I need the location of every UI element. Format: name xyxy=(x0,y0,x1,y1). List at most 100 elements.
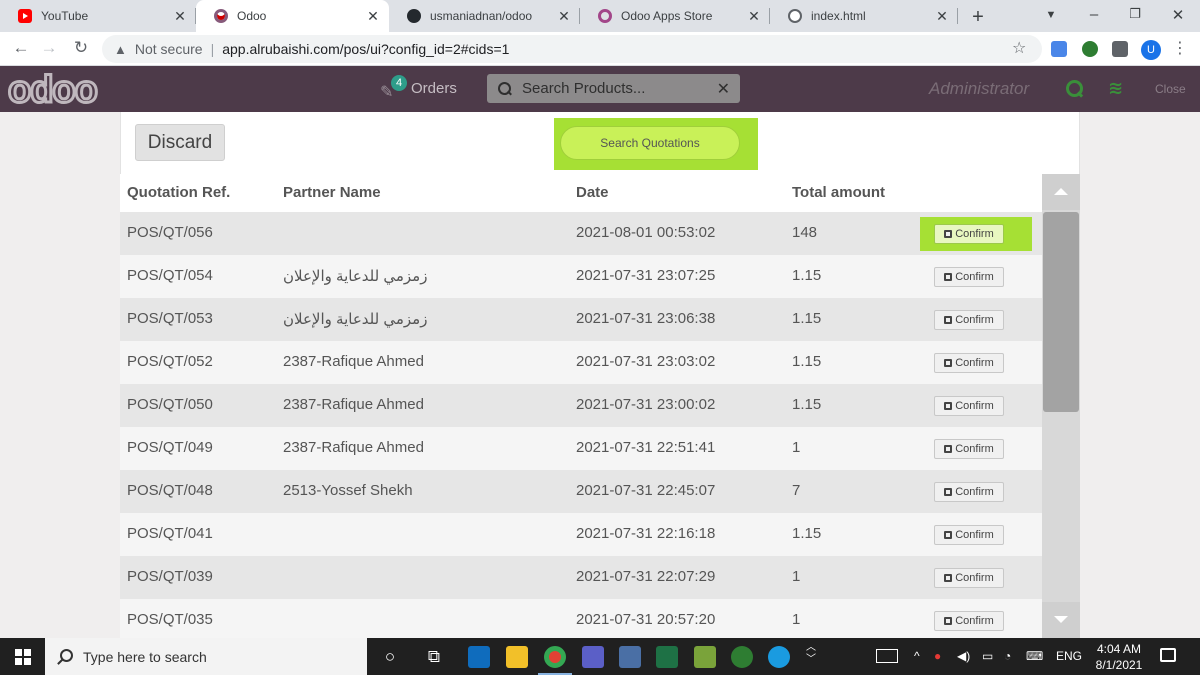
orders-button[interactable]: Orders xyxy=(411,80,457,97)
excel-icon[interactable] xyxy=(656,646,678,668)
system-clock[interactable]: 4:04 AM 8/1/2021 xyxy=(1090,641,1148,673)
task-view-icon[interactable]: ⧉ xyxy=(423,646,445,668)
taskbar-scroll-icon[interactable]: ︿ ﹀ xyxy=(806,642,816,666)
cortana-icon[interactable]: ○ xyxy=(379,646,401,668)
search-icon[interactable] xyxy=(1066,80,1084,98)
back-icon[interactable]: ← xyxy=(10,38,32,58)
search-quotations-button[interactable]: Search Quotations xyxy=(560,126,740,160)
table-row[interactable]: POS/QT/049 2387-Rafique Ahmed 2021-07-31… xyxy=(120,427,1042,470)
total-amount: 1.15 xyxy=(792,525,822,542)
outlook-icon[interactable] xyxy=(468,646,490,668)
confirm-label: Confirm xyxy=(955,357,994,369)
profile-avatar[interactable]: U xyxy=(1141,40,1161,60)
odoo-icon xyxy=(214,9,228,23)
language-indicator[interactable]: ENG xyxy=(1056,649,1082,663)
show-hidden-icons[interactable]: ^ xyxy=(914,649,920,663)
close-tab-icon[interactable]: ✕ xyxy=(934,8,950,24)
tab-odoo[interactable]: Odoo ✕ xyxy=(196,0,389,32)
total-amount: 7 xyxy=(792,482,801,499)
confirm-button[interactable]: Confirm xyxy=(934,224,1004,244)
battery-icon[interactable]: ▭ xyxy=(982,649,993,663)
confirm-button[interactable]: Confirm xyxy=(934,525,1004,545)
reload-icon[interactable]: ↻ xyxy=(70,38,92,58)
tab-index-html[interactable]: index.html ✕ xyxy=(770,0,958,32)
forward-icon[interactable]: → xyxy=(38,38,60,58)
globe-app-icon[interactable] xyxy=(731,646,753,668)
tab-search-icon[interactable]: ▼ xyxy=(1041,9,1061,21)
confirm-button[interactable]: Confirm xyxy=(934,310,1004,330)
search-quotations-highlight: Search Quotations xyxy=(554,118,758,170)
confirm-button[interactable]: Confirm xyxy=(934,439,1004,459)
cashier-name[interactable]: Administrator xyxy=(929,79,1029,99)
divider: | xyxy=(210,41,215,57)
notification-center-icon[interactable] xyxy=(1160,648,1176,662)
confirm-button[interactable]: Confirm xyxy=(934,611,1004,631)
notepad-app-icon[interactable] xyxy=(694,646,716,668)
extensions-puzzle-icon[interactable] xyxy=(1112,41,1128,57)
table-row[interactable]: POS/QT/035 2021-07-31 20:57:20 1 Confirm xyxy=(120,599,1042,638)
confirm-button[interactable]: Confirm xyxy=(934,396,1004,416)
quotation-date: 2021-07-31 23:07:25 xyxy=(576,267,716,284)
restore-icon[interactable]: ❐ xyxy=(1125,6,1145,22)
confirm-button[interactable]: Confirm xyxy=(934,353,1004,373)
new-tab-icon[interactable]: + xyxy=(968,6,988,29)
scroll-thumb[interactable] xyxy=(1043,212,1079,412)
globe-icon xyxy=(788,9,802,23)
globe-extension-icon[interactable] xyxy=(1082,41,1098,57)
bookmark-star-icon[interactable]: ☆ xyxy=(1012,38,1026,58)
news-widget-icon[interactable] xyxy=(876,649,898,663)
close-tab-icon[interactable]: ✕ xyxy=(556,8,572,24)
close-tab-icon[interactable]: ✕ xyxy=(365,8,381,24)
discard-button[interactable]: Discard xyxy=(135,124,225,161)
confirm-label: Confirm xyxy=(955,314,994,326)
quotation-date: 2021-07-31 23:06:38 xyxy=(576,310,716,327)
keyboard-icon[interactable]: ⌨ xyxy=(1026,649,1043,663)
total-amount: 148 xyxy=(792,224,818,241)
teams-icon[interactable] xyxy=(582,646,604,668)
wifi-tray-icon[interactable]: ◔ xyxy=(1004,649,1011,663)
confirm-button[interactable]: Confirm xyxy=(934,267,1004,287)
close-tab-icon[interactable]: ✕ xyxy=(746,8,762,24)
minimize-icon[interactable]: – xyxy=(1084,6,1104,23)
close-pos-button[interactable]: Close xyxy=(1155,82,1186,96)
remote-desktop-icon[interactable] xyxy=(619,646,641,668)
url-field[interactable]: ▲ Not secure | app.alrubaishi.com/pos/ui… xyxy=(102,35,1042,63)
scroll-up-arrow-icon[interactable] xyxy=(1042,174,1080,210)
windows-start-icon[interactable] xyxy=(15,649,31,665)
table-row[interactable]: POS/QT/041 2021-07-31 22:16:18 1.15 Conf… xyxy=(120,513,1042,556)
quotation-ref: POS/QT/054 xyxy=(127,267,213,284)
browser-menu-icon[interactable]: ⋮ xyxy=(1172,38,1188,58)
search-products-input[interactable]: Search Products... ✕ xyxy=(487,74,740,103)
taskbar-search-input[interactable]: Type here to search xyxy=(45,638,367,675)
translate-extension-icon[interactable] xyxy=(1051,41,1067,57)
volume-icon[interactable]: ◀) xyxy=(957,649,970,663)
edge-icon[interactable] xyxy=(768,646,790,668)
table-row[interactable]: POS/QT/056 2021-08-01 00:53:02 148 Confi… xyxy=(120,212,1042,255)
wifi-icon: ≋ xyxy=(1108,78,1124,98)
confirm-button[interactable]: Confirm xyxy=(934,568,1004,588)
table-row[interactable]: POS/QT/048 2513-Yossef Shekh 2021-07-31 … xyxy=(120,470,1042,513)
table-row[interactable]: POS/QT/052 2387-Rafique Ahmed 2021-07-31… xyxy=(120,341,1042,384)
clear-search-icon[interactable]: ✕ xyxy=(717,79,730,99)
network-error-icon[interactable]: ● xyxy=(934,649,941,663)
table-row[interactable]: POS/QT/054 زمزمي للدعاية والإعلان 2021-0… xyxy=(120,255,1042,298)
quotation-date: 2021-07-31 23:00:02 xyxy=(576,396,716,413)
table-scrollbar[interactable] xyxy=(1042,174,1080,638)
pos-header: odoo ✎ 4 Orders Search Products... ✕ Adm… xyxy=(0,66,1200,112)
window-close-icon[interactable]: ✕ xyxy=(1168,6,1188,24)
youtube-icon xyxy=(18,9,32,23)
tab-github[interactable]: usmaniadnan/odoo ✕ xyxy=(389,0,580,32)
tab-odoo-apps[interactable]: Odoo Apps Store ✕ xyxy=(580,0,770,32)
close-tab-icon[interactable]: ✕ xyxy=(172,8,188,24)
odoo-logo: odoo xyxy=(7,69,100,112)
table-row[interactable]: POS/QT/050 2387-Rafique Ahmed 2021-07-31… xyxy=(120,384,1042,427)
tab-youtube[interactable]: YouTube ✕ xyxy=(0,0,196,32)
file-explorer-icon[interactable] xyxy=(506,646,528,668)
chrome-icon[interactable] xyxy=(544,646,566,668)
warning-icon: ▲ xyxy=(114,41,127,57)
table-row[interactable]: POS/QT/053 زمزمي للدعاية والإعلان 2021-0… xyxy=(120,298,1042,341)
confirm-button[interactable]: Confirm xyxy=(934,482,1004,502)
table-row[interactable]: POS/QT/039 2021-07-31 22:07:29 1 Confirm xyxy=(120,556,1042,599)
partner-name: 2513-Yossef Shekh xyxy=(283,482,413,499)
scroll-down-arrow-icon[interactable] xyxy=(1042,602,1080,638)
